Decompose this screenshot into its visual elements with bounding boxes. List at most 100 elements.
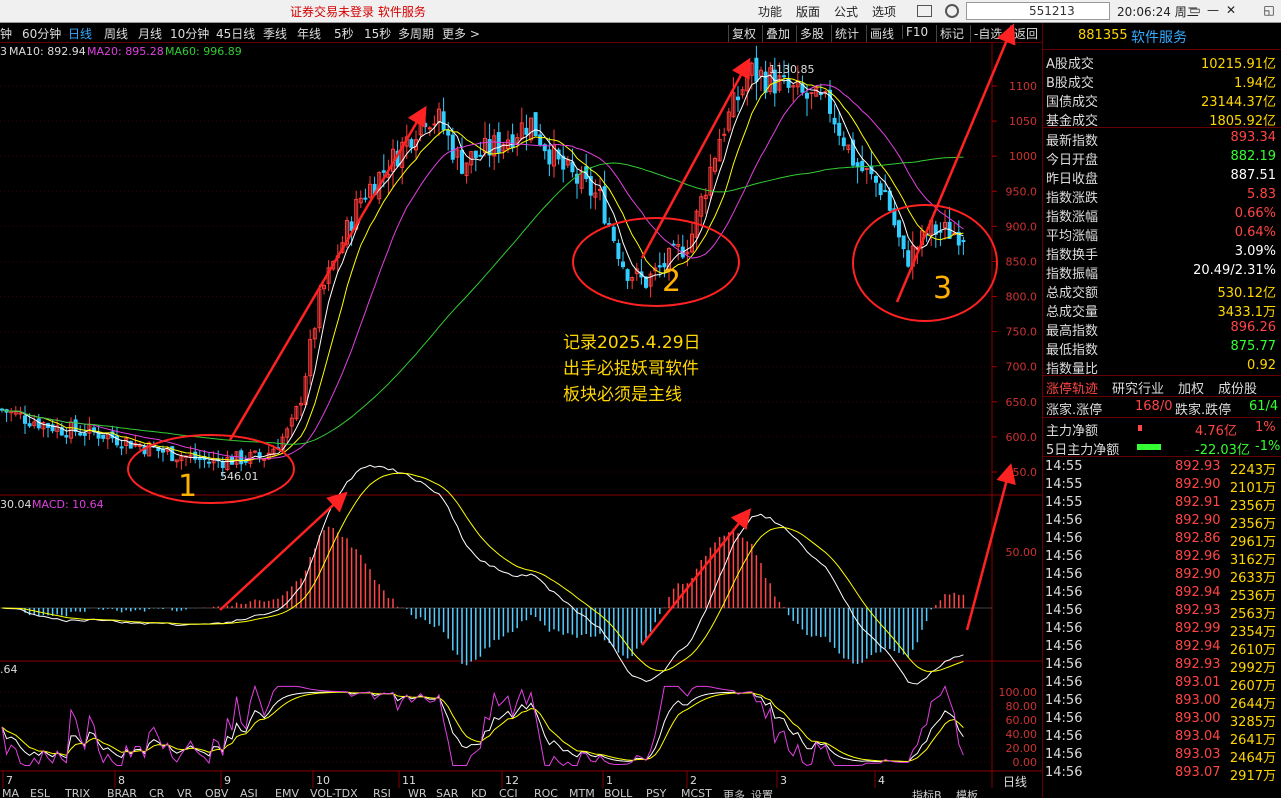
stat-row: 指数涨幅 0.66% <box>1043 205 1281 225</box>
candle-body <box>220 460 225 468</box>
tick-cell: 893.07 <box>1175 765 1221 780</box>
candle-body <box>961 240 966 243</box>
candle-body <box>64 435 69 438</box>
candle-body <box>101 434 106 439</box>
indicator-tab[interactable]: ESL <box>30 788 50 798</box>
indicator-tab[interactable]: ASI <box>240 788 258 798</box>
indicator-tab[interactable]: CCI <box>499 788 518 798</box>
indicator-tab[interactable]: BRAR <box>107 788 137 798</box>
stat-row: 指数涨跌 5.83 <box>1043 186 1281 206</box>
index-name[interactable]: 软件服务 <box>1131 27 1187 47</box>
indicator-tab[interactable]: MCST <box>681 788 712 798</box>
indicator-tab-right[interactable]: 模板 <box>956 788 978 798</box>
tick-row: 14:56 892.94 2536万 <box>1043 584 1281 604</box>
indicator-tab[interactable]: BOLL <box>604 788 632 798</box>
window-restore-icon[interactable]: ◱ <box>1260 2 1278 19</box>
candle-body <box>432 123 437 126</box>
indicator-tab[interactable]: MA <box>2 788 19 798</box>
panel-tab[interactable]: 成份股 <box>1218 378 1257 397</box>
tick-cell: 2917万 <box>1229 769 1276 784</box>
panel-header: 881355 软件服务 <box>1043 23 1281 50</box>
candle-body <box>193 451 198 460</box>
circle-label-1: 1 <box>178 469 197 504</box>
tick-cell: 892.99 <box>1175 621 1221 636</box>
tick-cell: 892.94 <box>1175 585 1221 600</box>
panel-tab[interactable]: 涨停轨迹 <box>1046 378 1098 397</box>
indicator-tab[interactable]: MTM <box>569 788 595 798</box>
stat-row: 平均涨幅 0.64% <box>1043 224 1281 244</box>
separator <box>1043 456 1281 457</box>
flow-cell: -1% <box>1255 439 1281 454</box>
indicator-tab[interactable]: PSY <box>646 788 666 798</box>
close-small-icon[interactable]: ✕ <box>1222 2 1240 19</box>
indicator-tab[interactable]: 更多 <box>723 788 745 798</box>
month-label: 2 <box>690 774 697 787</box>
macd-panel <box>0 464 992 685</box>
kline-chart[interactable]: 1100 1050 1000 950.0 900.0 850.0 800.0 750.0 700… <box>0 0 1042 798</box>
tick-cell: 892.94 <box>1175 639 1221 654</box>
trend-arrow <box>895 23 1016 303</box>
month-label: 9 <box>224 774 231 787</box>
price-tick-label: 950.0 <box>1006 185 1038 198</box>
row-label: 最高指数 <box>1046 324 1099 339</box>
indicator-tab[interactable]: 设置 <box>751 788 773 798</box>
tick-cell: 892.93 <box>1175 603 1221 618</box>
minimize-icon[interactable]: — <box>1204 2 1222 19</box>
ma-prefix: 3 <box>0 45 7 58</box>
tick-cell: 14:56 <box>1045 711 1083 726</box>
panel-tab[interactable]: 研究行业 <box>1112 378 1164 397</box>
indicator-tab[interactable]: OBV <box>205 788 228 798</box>
row-value: 530.12亿 <box>1217 286 1277 301</box>
flow-cell: 主力净额 <box>1046 424 1099 439</box>
row-value: 0.64% <box>1234 225 1276 240</box>
indicator-tab[interactable]: WR <box>408 788 427 798</box>
tick-cell: 893.00 <box>1175 693 1221 708</box>
row-label: 总成交额 <box>1046 286 1099 301</box>
indicator-tab[interactable]: RSI <box>373 788 391 798</box>
indicator-tab[interactable]: VR <box>177 788 192 798</box>
flow-cell: 4.76亿 <box>1195 424 1237 439</box>
tick-row: 14:56 892.93 2992万 <box>1043 656 1281 676</box>
tick-cell: 892.93 <box>1175 657 1221 672</box>
tick-cell: 14:56 <box>1045 639 1083 654</box>
ma60-legend: MA60: 996.89 <box>165 45 242 58</box>
separator <box>1043 127 1281 128</box>
tick-cell: 14:56 <box>1045 657 1083 672</box>
tick-row: 14:55 892.91 2356万 <box>1043 494 1281 514</box>
candle-body <box>837 122 842 136</box>
indicator-tab-right[interactable]: 指标B <box>912 788 942 798</box>
indicator-tab[interactable]: CR <box>149 788 164 798</box>
indicator-tab[interactable]: EMV <box>275 788 299 798</box>
indicator-tab[interactable]: TRIX <box>65 788 90 798</box>
tick-row: 14:56 892.96 3162万 <box>1043 548 1281 568</box>
separator <box>1043 396 1281 397</box>
stat-row: 总成交量 3433.1万 <box>1043 300 1281 320</box>
market-row: B股成交 1.94亿 <box>1043 71 1281 91</box>
limit-cell: 跌家.跌停 <box>1175 403 1232 418</box>
panel-tab[interactable]: 加权 <box>1178 378 1204 397</box>
indicator-tab[interactable]: KD <box>471 788 487 798</box>
tick-row: 14:56 892.86 2961万 <box>1043 530 1281 550</box>
candle-body <box>381 170 386 173</box>
candle-body <box>736 96 740 101</box>
candle-body <box>621 261 625 268</box>
circle-mark-1 <box>127 434 295 504</box>
row-label: 平均涨幅 <box>1046 229 1099 244</box>
indicator-tab[interactable]: VOL-TDX <box>310 788 358 798</box>
tick-cell: 892.90 <box>1175 513 1221 528</box>
row-label: 今日开盘 <box>1046 153 1099 168</box>
indicator-tab[interactable]: SAR <box>436 788 458 798</box>
candle-body <box>722 133 727 136</box>
candle-body <box>441 111 446 131</box>
tick-cell: 14:56 <box>1045 531 1083 546</box>
tick-cell: 14:56 <box>1045 567 1083 582</box>
indicator-tab[interactable]: ROC <box>534 788 558 798</box>
restore-icon[interactable]: ▭ <box>1186 2 1204 19</box>
price-tick-label: 750.0 <box>1006 326 1038 339</box>
candle-body <box>82 432 87 436</box>
ma-line <box>1 84 964 460</box>
ma-lines <box>1 74 964 463</box>
candle-body <box>207 461 211 464</box>
index-code: 881355 <box>1078 28 1128 43</box>
candle-body <box>841 137 846 147</box>
